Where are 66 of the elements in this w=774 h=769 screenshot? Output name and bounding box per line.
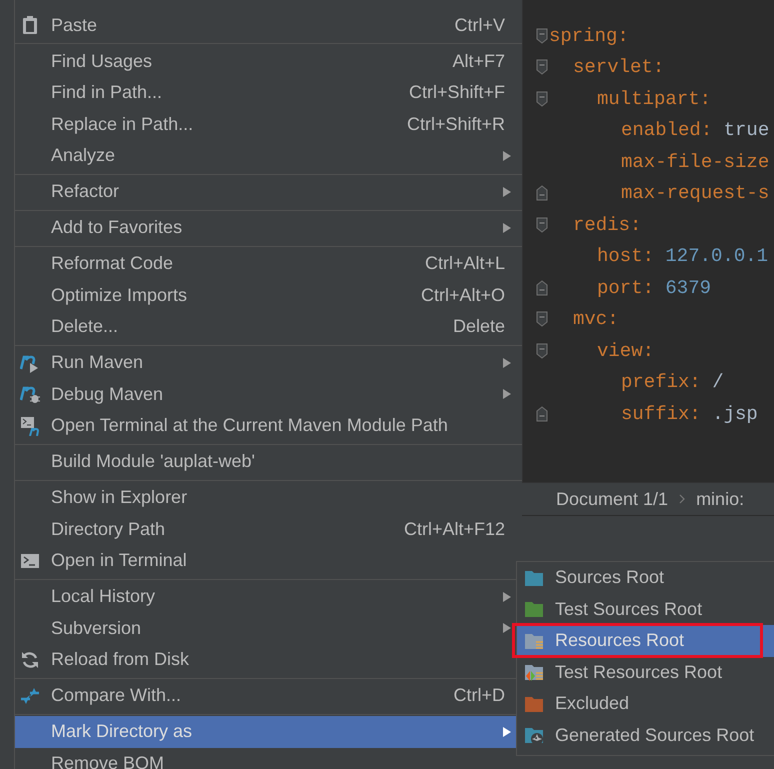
menu-item[interactable]: Optimize Imports Ctrl+Alt+O [15, 280, 522, 311]
shortcut-label: Ctrl+Alt+L [424, 253, 505, 274]
menu-item[interactable]: Reformat Code Ctrl+Alt+L [15, 248, 522, 280]
menu-item[interactable]: Show in Explorer [15, 482, 522, 514]
fold-icon [536, 342, 548, 359]
menu-item[interactable]: Compare With... Ctrl+D [15, 680, 522, 712]
yaml-value: / [712, 371, 724, 394]
shortcut-label: Ctrl+V [454, 14, 505, 36]
fold-icon [536, 185, 548, 202]
refresh-icon [20, 650, 40, 670]
shortcut-label: Ctrl+Shift+F [408, 82, 505, 104]
menu-item[interactable]: Run Maven [15, 347, 522, 378]
yaml-value: .jsp [712, 402, 758, 425]
maven-debug-icon [20, 384, 40, 404]
yaml-key: max-file-size [621, 150, 770, 173]
yaml-key: redis: [573, 214, 642, 236]
shortcut-label: Ctrl+Shift+R [406, 114, 505, 135]
terminal-icon [20, 416, 40, 436]
yaml-key: port: [597, 276, 654, 299]
menu-item[interactable]: Paste Ctrl+V [15, 10, 522, 41]
compare-arrows-icon [20, 686, 40, 706]
shortcut-label: Ctrl+Alt+F12 [404, 518, 505, 540]
generated-folder-icon [524, 725, 544, 746]
fold-icon [536, 280, 548, 296]
shortcut-label: Ctrl+D [453, 685, 505, 706]
shortcut-label: Ctrl+Alt+O [420, 284, 505, 306]
yaml-key: spring: [549, 24, 629, 47]
menu-item[interactable]: Add to Favorites [15, 212, 522, 244]
menu-item[interactable]: Open Terminal at the Current Maven Module Path [15, 410, 522, 442]
yaml-key: enabled: [621, 119, 712, 142]
chevron-icon [678, 493, 686, 505]
submenu-item[interactable]: Resources Root [517, 625, 774, 656]
menu-item[interactable]: Debug Maven [15, 378, 522, 410]
maven-run-icon [20, 352, 40, 373]
menu-item[interactable]: Build Module 'auplat-web' [15, 446, 522, 478]
yaml-key: max-request-s [621, 182, 770, 204]
menu-item[interactable]: Find in Path... Ctrl+Shift+F [15, 77, 522, 108]
yaml-key: multipart: [597, 88, 712, 110]
yaml-key: host: [597, 245, 654, 268]
menu-item[interactable]: Delete... Delete [15, 311, 522, 342]
fold-icon [536, 28, 548, 44]
shortcut-label: Delete [452, 316, 505, 338]
menu-item[interactable]: Find Usages Alt+F7 [15, 46, 522, 77]
breadcrumb-item[interactable]: Document 1/1 [556, 488, 668, 510]
menu-item[interactable]: Replace in Path... Ctrl+Shift+R [15, 108, 522, 140]
resource-folder-icon [524, 662, 544, 682]
yaml-value: 6379 [665, 276, 712, 299]
fold-icon [536, 311, 548, 328]
shortcut-label: Alt+F7 [452, 50, 505, 72]
fold-icon [536, 216, 548, 233]
breadcrumb-item[interactable]: minio: [696, 488, 744, 510]
fold-icon [536, 90, 548, 107]
fold-icon [536, 406, 548, 422]
yaml-value: true [724, 119, 770, 142]
yaml-key: prefix: [621, 371, 701, 394]
yaml-key: servlet: [573, 56, 664, 78]
yaml-key: mvc: [573, 308, 619, 330]
fold-icon [536, 59, 548, 76]
folder-icon [524, 599, 544, 620]
menu-item[interactable]: Directory Path Ctrl+Alt+F12 [15, 514, 522, 545]
menu-item[interactable]: Refactor [15, 176, 522, 208]
yaml-value: 127.0.0.1 [665, 245, 768, 268]
yaml-key: view: [597, 340, 654, 362]
menu-item[interactable]: Analyze [15, 140, 522, 172]
yaml-key: suffix: [621, 402, 701, 425]
clipboard-icon [20, 15, 40, 36]
